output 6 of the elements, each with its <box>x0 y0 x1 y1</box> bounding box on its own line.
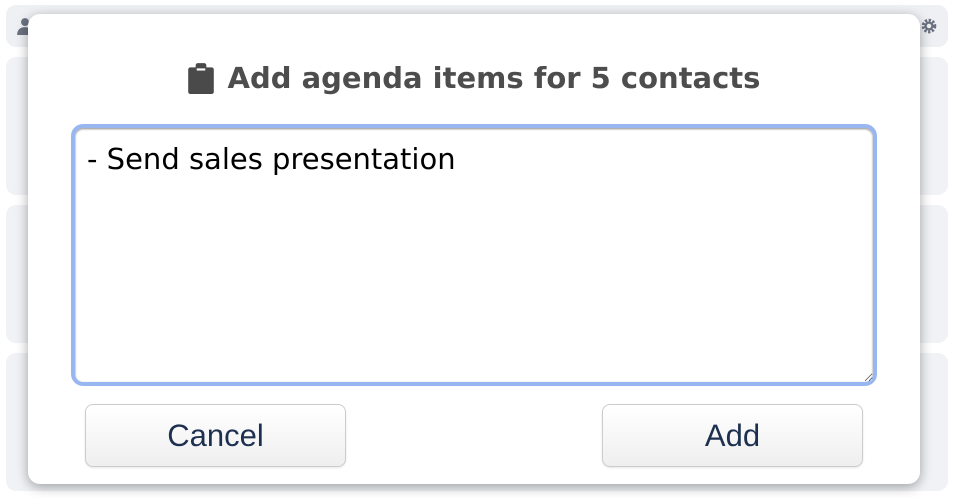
clipboard-icon <box>188 62 214 94</box>
cancel-button[interactable]: Cancel <box>85 404 346 467</box>
add-button[interactable]: Add <box>602 404 863 467</box>
gear-icon <box>920 17 938 35</box>
dialog-title: Add agenda items for 5 contacts <box>228 61 760 95</box>
agenda-field[interactable]: - Send sales presentation <box>71 124 877 386</box>
